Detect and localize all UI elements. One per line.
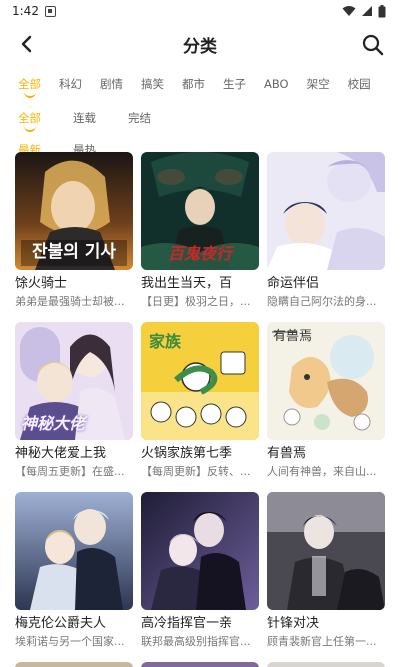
comic-cover[interactable]: 家族 (141, 322, 259, 440)
battery-icon (378, 4, 386, 17)
comic-title[interactable]: 有兽焉 (267, 445, 385, 462)
genre-tab-all[interactable]: 全部 (18, 76, 41, 92)
comic-subtitle: 人间有神兽，来自山... (267, 465, 377, 478)
comic-subtitle: 【每周五更新】在盛... (15, 465, 125, 478)
signal-icon (362, 6, 372, 16)
comic-title[interactable]: 神秘大佬爱上我 (15, 445, 133, 462)
header: 分类 (0, 22, 400, 66)
comic-subtitle: 隐瞒自己阿尔法的身... (267, 295, 377, 308)
comic-subtitle: 顾青裴新官上任第一... (267, 635, 377, 648)
comic-card[interactable]: 有兽焉 有兽焉 人间有神兽，来自山... (267, 322, 385, 479)
comic-cover-title: 잔불의 기사 (31, 242, 117, 262)
comic-title[interactable]: 梅克伦公爵夫人 (15, 615, 133, 632)
comic-card[interactable]: 잔불의 기사 馀火骑士 弟弟是最强骑士却被... (15, 152, 133, 309)
comic-card-partial[interactable] (15, 662, 133, 667)
page-title: 分类 (183, 36, 217, 57)
back-button[interactable] (14, 32, 38, 56)
comic-card[interactable]: 高冷指挥官一亲 联邦最高级别指挥官... (141, 492, 259, 649)
comic-card-partial[interactable] (267, 662, 385, 667)
comic-card-partial[interactable] (141, 662, 259, 667)
status-right (342, 4, 386, 18)
comic-subtitle: 弟弟是最强骑士却被... (15, 295, 125, 308)
comic-cover[interactable] (267, 152, 385, 270)
comic-title[interactable]: 命运伴侣 (267, 275, 385, 292)
genre-tab-comedy[interactable]: 搞笑 (141, 76, 164, 92)
genre-tab-urban[interactable]: 都市 (182, 76, 205, 92)
status-left: 1:42 (12, 4, 56, 18)
genre-tab-campus[interactable]: 校园 (348, 76, 371, 92)
comic-subtitle: 【日更】极羽之日，... (141, 295, 251, 308)
wifi-icon (342, 6, 356, 16)
status-filter-row: 全部 连载 完结 (0, 102, 400, 134)
genre-filter-row: 全部 科幻 剧情 搞笑 都市 生子 ABO 架空 校园 (0, 68, 400, 100)
search-icon (362, 34, 384, 56)
comic-card[interactable]: 家族 火锅家族第七季 【每周更新】反转、... (141, 322, 259, 479)
comic-cover[interactable] (267, 492, 385, 610)
comic-cover[interactable]: 有兽焉 (267, 322, 385, 440)
genre-tab-scifi[interactable]: 科幻 (59, 76, 82, 92)
genre-tab-abo[interactable]: ABO (264, 77, 289, 91)
comic-subtitle: 联邦最高级别指挥官... (141, 635, 251, 648)
comic-cover[interactable]: 잔불의 기사 (15, 152, 133, 270)
comic-cover[interactable] (15, 492, 133, 610)
search-button[interactable] (360, 32, 386, 58)
comic-title[interactable]: 火锅家族第七季 (141, 445, 259, 462)
genre-tab-drama[interactable]: 剧情 (100, 76, 123, 92)
comic-cover[interactable] (267, 662, 385, 667)
comic-cover-title: 百鬼夜行 (167, 244, 232, 263)
comic-cover[interactable]: 神秘大佬 (15, 322, 133, 440)
comic-cover[interactable] (141, 492, 259, 610)
status-tab-all[interactable]: 全部 (18, 110, 41, 126)
status-tab-ongoing[interactable]: 连载 (73, 110, 96, 126)
comic-cover-title: 神秘大佬 (21, 414, 86, 433)
comic-title[interactable]: 馀火骑士 (15, 275, 133, 292)
comic-cover-title: 家族 (149, 332, 182, 351)
comic-title[interactable]: 针锋对决 (267, 615, 385, 632)
genre-tab-fantasy-world[interactable]: 架空 (307, 76, 330, 92)
comic-subtitle: 埃莉诺与另一个国家... (15, 635, 125, 648)
status-time: 1:42 (12, 4, 39, 18)
comic-card[interactable]: 针锋对决 顾青裴新官上任第一... (267, 492, 385, 649)
comic-title[interactable]: 高冷指挥官一亲 (141, 615, 259, 632)
comic-cover[interactable]: 百鬼夜行 (141, 152, 259, 270)
comic-card[interactable]: 百鬼夜行 我出生当天，百 【日更】极羽之日，... (141, 152, 259, 309)
comic-cover[interactable] (141, 662, 259, 667)
comic-card[interactable]: 神秘大佬 神秘大佬爱上我 【每周五更新】在盛... (15, 322, 133, 479)
notification-icon (44, 5, 56, 17)
chevron-left-icon (21, 35, 32, 53)
status-bar: 1:42 (0, 0, 400, 22)
comic-cover[interactable] (15, 662, 133, 667)
comic-cover-title: 有兽焉 (273, 329, 313, 344)
genre-tab-mpreg[interactable]: 生子 (223, 76, 246, 92)
status-tab-completed[interactable]: 完结 (128, 110, 151, 126)
comic-card[interactable]: 命运伴侣 隐瞒自己阿尔法的身... (267, 152, 385, 309)
comic-card[interactable]: 梅克伦公爵夫人 埃莉诺与另一个国家... (15, 492, 133, 649)
comic-subtitle: 【每周更新】反转、... (141, 465, 251, 478)
comic-title[interactable]: 我出生当天，百 (141, 275, 259, 292)
